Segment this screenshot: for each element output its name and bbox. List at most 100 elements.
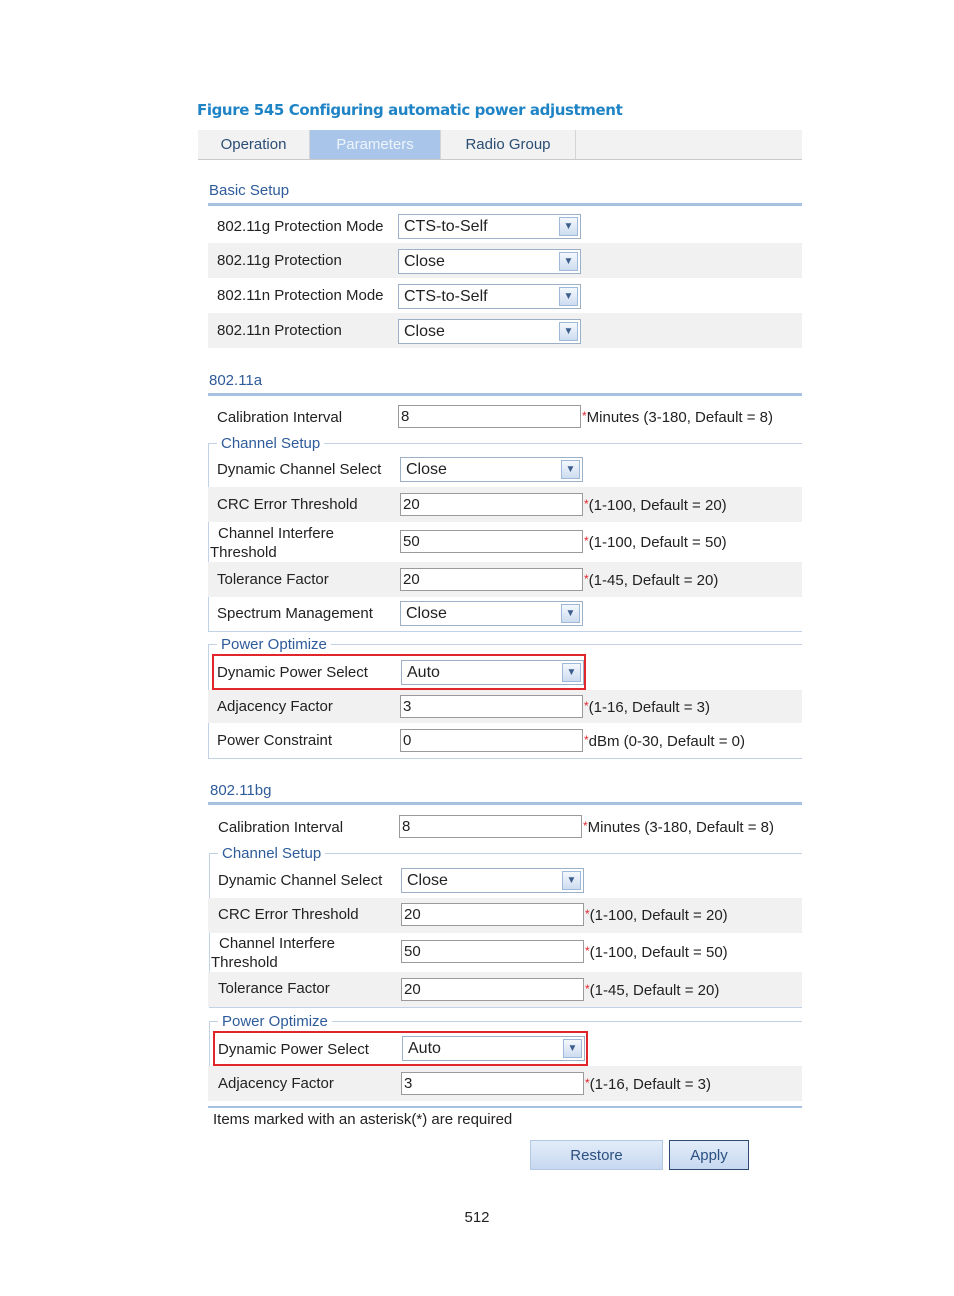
a-row-calibration-interval: Calibration Interval 8 *Minutes (3-180, … bbox=[208, 400, 802, 434]
bg-row-channel-interfere-threshold: Channel Interfere Threshold 50 *(1-100, D… bbox=[208, 933, 802, 972]
chevron-down-icon[interactable]: ▼ bbox=[559, 217, 578, 236]
select-value: Close bbox=[404, 323, 445, 340]
field-hint: *(1-100, Default = 50) bbox=[585, 944, 728, 961]
bg-crc-error-threshold-input[interactable]: 20 bbox=[401, 903, 584, 926]
field-label: Tolerance Factor bbox=[218, 980, 330, 997]
field-label: Tolerance Factor bbox=[217, 571, 329, 588]
footer-rule bbox=[208, 1106, 802, 1108]
restore-button[interactable]: Restore bbox=[530, 1140, 663, 1170]
field-label: Calibration Interval bbox=[218, 819, 344, 836]
bg-channel-interfere-threshold-input[interactable]: 50 bbox=[401, 940, 584, 963]
label-line: Threshold bbox=[211, 954, 278, 971]
basic-row-11n-protection: 802.11n Protection Close ▼ bbox=[208, 313, 802, 348]
basic-setup-title: Basic Setup bbox=[209, 182, 290, 199]
chevron-down-icon[interactable]: ▼ bbox=[559, 252, 578, 271]
field-label: Adjacency Factor bbox=[217, 698, 333, 715]
field-hint: *(1-100, Default = 20) bbox=[584, 497, 727, 514]
a-crc-error-threshold-input[interactable]: 20 bbox=[400, 493, 583, 516]
field-label: CRC Error Threshold bbox=[218, 906, 359, 923]
a-row-crc-error-threshold: CRC Error Threshold 20 *(1-100, Default … bbox=[208, 487, 802, 522]
chevron-down-icon[interactable]: ▼ bbox=[559, 322, 578, 341]
select-11n-protection[interactable]: Close ▼ bbox=[398, 319, 581, 344]
hint-text: (1-100, Default = 20) bbox=[588, 497, 727, 514]
bg-dynamic-channel-select[interactable]: Close ▼ bbox=[401, 868, 584, 893]
label-line: Channel Interfere bbox=[218, 525, 334, 542]
select-11g-protection-mode[interactable]: CTS-to-Self ▼ bbox=[398, 214, 581, 239]
bg-row-tolerance-factor: Tolerance Factor 20 *(1-45, Default = 20… bbox=[208, 972, 802, 1007]
bg-row-calibration-interval: Calibration Interval 8 *Minutes (3-180, … bbox=[208, 809, 802, 844]
tab-radio-group[interactable]: Radio Group bbox=[441, 130, 576, 159]
hint-text: (1-100, Default = 50) bbox=[588, 534, 727, 551]
bg-adjacency-factor-input[interactable]: 3 bbox=[401, 1072, 584, 1095]
a-adjacency-factor-input[interactable]: 3 bbox=[400, 695, 583, 718]
label-line: Channel Interfere bbox=[219, 935, 335, 952]
page-number: 512 bbox=[464, 1209, 490, 1226]
apply-button[interactable]: Apply bbox=[669, 1140, 749, 1170]
fieldset-border bbox=[209, 1007, 802, 1008]
chevron-down-icon[interactable]: ▼ bbox=[559, 287, 578, 306]
hint-text: (1-16, Default = 3) bbox=[588, 699, 710, 716]
select-11g-protection[interactable]: Close ▼ bbox=[398, 249, 581, 274]
field-label: 802.11g Protection Mode bbox=[217, 218, 384, 235]
tab-parameters[interactable]: Parameters bbox=[310, 130, 441, 159]
basic-setup-rule bbox=[208, 203, 802, 206]
a-dynamic-channel-select[interactable]: Close ▼ bbox=[400, 457, 583, 482]
bg-tolerance-factor-input[interactable]: 20 bbox=[401, 978, 584, 1001]
a-row-tolerance-factor: Tolerance Factor 20 *(1-45, Default = 20… bbox=[208, 562, 802, 597]
field-label: Spectrum Management bbox=[217, 605, 373, 622]
hint-text: (1-16, Default = 3) bbox=[589, 1076, 711, 1093]
tab-bar: Operation Parameters Radio Group bbox=[198, 130, 802, 160]
a-power-constraint-input[interactable]: 0 bbox=[400, 729, 583, 752]
field-hint: *(1-16, Default = 3) bbox=[584, 699, 710, 716]
bg-calibration-interval-input[interactable]: 8 bbox=[399, 815, 582, 838]
field-label: Dynamic Channel Select bbox=[218, 872, 383, 889]
section-80211a-title: 802.11a bbox=[209, 372, 263, 389]
field-label: Adjacency Factor bbox=[218, 1075, 334, 1092]
field-hint: *(1-100, Default = 50) bbox=[584, 534, 727, 551]
a-row-power-constraint: Power Constraint 0 *dBm (0-30, Default =… bbox=[208, 723, 802, 758]
required-fields-note: Items marked with an asterisk(*) are req… bbox=[213, 1111, 513, 1128]
select-value: Close bbox=[406, 605, 447, 622]
section-80211bg-title: 802.11bg bbox=[210, 782, 272, 799]
select-11n-protection-mode[interactable]: CTS-to-Self ▼ bbox=[398, 284, 581, 309]
basic-row-11g-protection: 802.11g Protection Close ▼ bbox=[208, 243, 802, 278]
a-power-optimize-legend: Power Optimize bbox=[217, 636, 331, 653]
hint-text: Minutes (3-180, Default = 8) bbox=[587, 819, 775, 836]
select-value: Close bbox=[404, 253, 445, 270]
a-tolerance-factor-input[interactable]: 20 bbox=[400, 568, 583, 591]
field-hint: *(1-45, Default = 20) bbox=[585, 982, 719, 999]
chevron-down-icon[interactable]: ▼ bbox=[561, 604, 580, 623]
field-label: CRC Error Threshold bbox=[217, 496, 358, 513]
select-value: Close bbox=[406, 461, 447, 478]
select-value: Close bbox=[407, 872, 448, 889]
field-hint: *(1-100, Default = 20) bbox=[585, 907, 728, 924]
field-hint: *(1-16, Default = 3) bbox=[585, 1076, 711, 1093]
select-value: CTS-to-Self bbox=[404, 288, 488, 305]
bg-row-adjacency-factor: Adjacency Factor 3 *(1-16, Default = 3) bbox=[208, 1066, 802, 1101]
a-row-channel-interfere-threshold: Channel Interfere Threshold 50 *(1-100, D… bbox=[208, 522, 802, 562]
a-row-adjacency-factor: Adjacency Factor 3 *(1-16, Default = 3) bbox=[208, 690, 802, 723]
field-label: Calibration Interval bbox=[217, 409, 343, 426]
chevron-down-icon[interactable]: ▼ bbox=[561, 460, 580, 479]
field-label: Dynamic Channel Select bbox=[217, 461, 382, 478]
fieldset-border bbox=[208, 631, 802, 632]
chevron-down-icon[interactable]: ▼ bbox=[562, 871, 581, 890]
bg-row-dynamic-channel-select: Dynamic Channel Select Close ▼ bbox=[208, 863, 802, 898]
field-hint: *Minutes (3-180, Default = 8) bbox=[582, 409, 773, 426]
a-channel-setup-legend: Channel Setup bbox=[217, 435, 325, 452]
a-spectrum-management-select[interactable]: Close ▼ bbox=[400, 601, 583, 626]
field-hint: *(1-45, Default = 20) bbox=[584, 572, 718, 589]
a-channel-interfere-threshold-input[interactable]: 50 bbox=[400, 530, 583, 553]
section-80211bg-rule bbox=[208, 802, 802, 805]
a-row-dynamic-channel-select: Dynamic Channel Select Close ▼ bbox=[208, 452, 802, 487]
label-line: Threshold bbox=[210, 544, 277, 561]
field-label: Power Constraint bbox=[217, 732, 333, 749]
fieldset-border bbox=[208, 758, 802, 759]
figure-title: Figure 545 Configuring automatic power a… bbox=[197, 101, 623, 119]
hint-text: (1-45, Default = 20) bbox=[589, 982, 720, 999]
field-hint: *Minutes (3-180, Default = 8) bbox=[583, 819, 774, 836]
a-calibration-interval-input[interactable]: 8 bbox=[398, 405, 581, 428]
bg-power-optimize-legend: Power Optimize bbox=[218, 1013, 332, 1030]
bg-channel-setup-legend: Channel Setup bbox=[218, 845, 326, 862]
tab-operation[interactable]: Operation bbox=[198, 130, 310, 159]
